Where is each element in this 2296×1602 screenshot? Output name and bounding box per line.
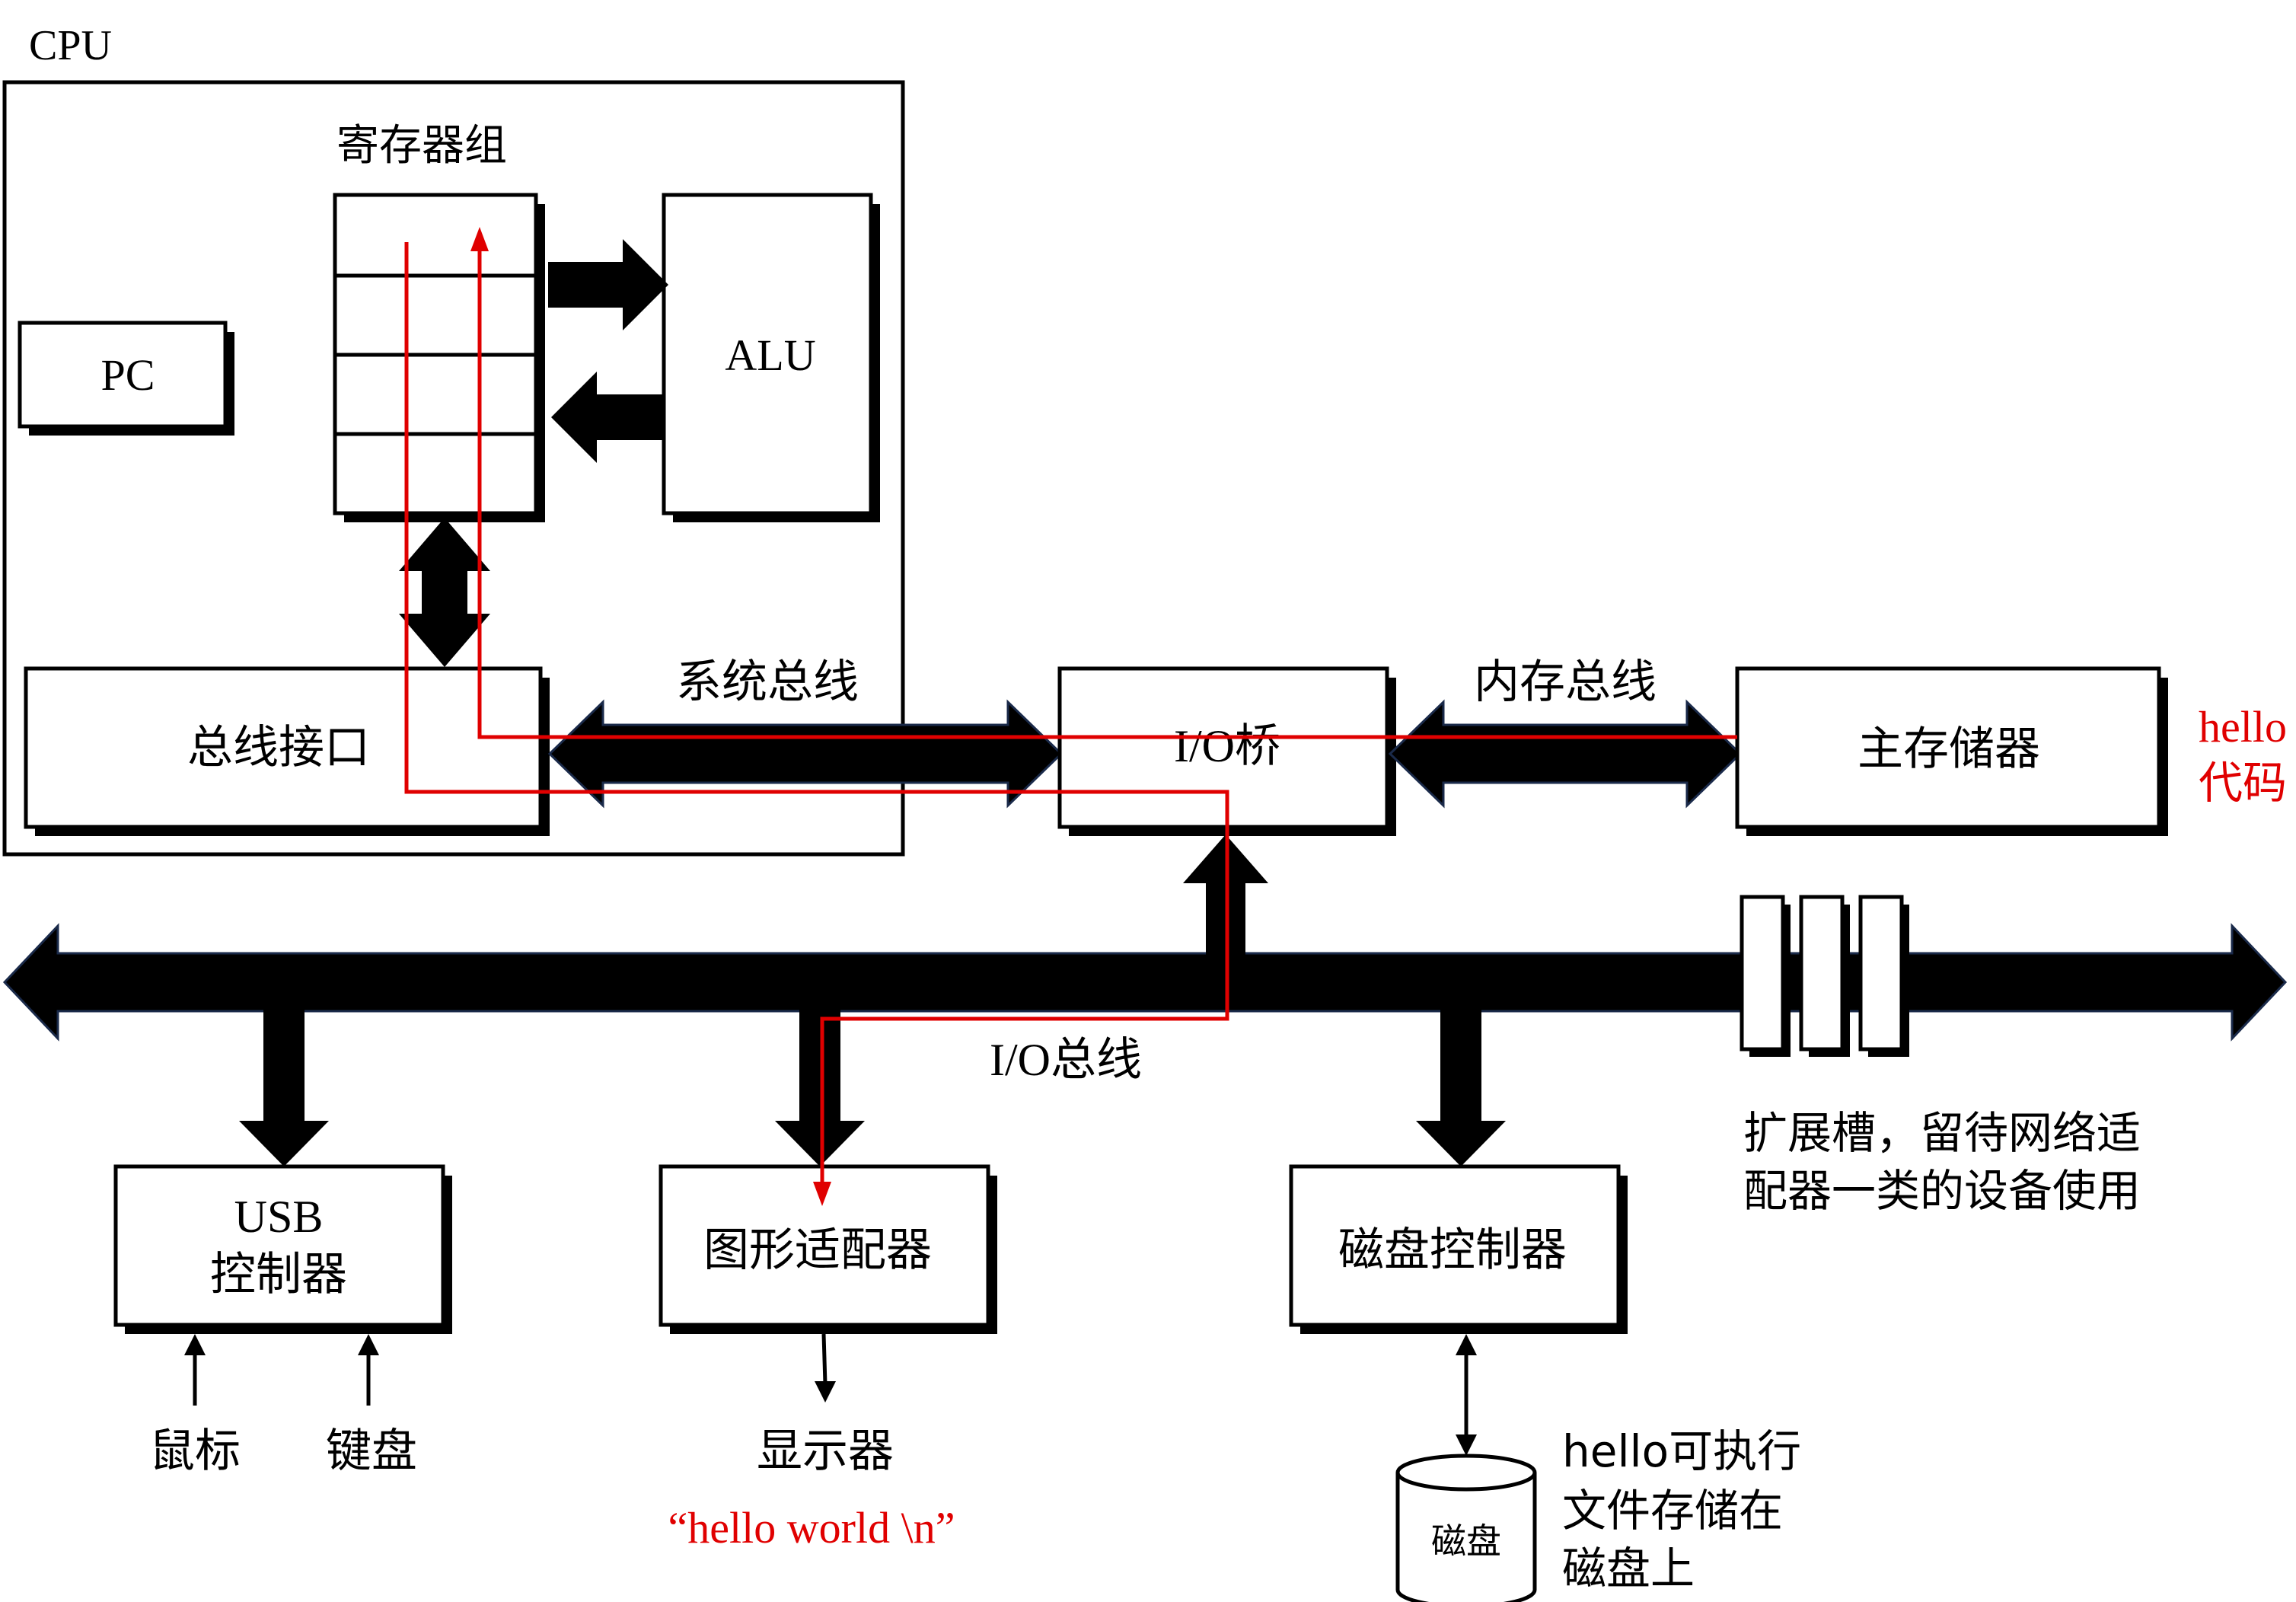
system-bus-label: 系统总线: [676, 656, 859, 709]
io-bus-label: I/O总线: [990, 1035, 1142, 1085]
disk-note-line1: hello可执行: [1562, 1425, 1801, 1477]
computer-hardware-diagram: CPU 寄存器组 PC ALU 总线接口 系统总线 I/O桥 内存总线 主存储器…: [2, 22, 2288, 1602]
keyboard-label: 键盘: [326, 1425, 417, 1478]
pc-label: PC: [101, 350, 155, 400]
display-label: 显示器: [757, 1425, 894, 1478]
io-bus-arrow: [2, 923, 2288, 1042]
hello-world-output: “hello world \n”: [668, 1503, 955, 1553]
alu-to-register-arrow: [551, 372, 664, 463]
io-bridge-label: I/O桥: [1174, 721, 1280, 771]
keyboard-input-arrow: [358, 1334, 379, 1406]
register-to-alu-arrow: [548, 239, 668, 330]
alu-label: ALU: [725, 330, 815, 380]
usb-bus-arrow: [239, 1008, 329, 1166]
register-file: [333, 193, 545, 522]
usb-controller-label-line1: USB: [234, 1192, 324, 1242]
hello-code-label-line1: hello: [2199, 702, 2287, 752]
expansion-slots-note-line2: 配器一类的设备使用: [1743, 1165, 2141, 1217]
memory-bus-arrow: [1388, 699, 1743, 809]
graphics-bus-arrow: [775, 1008, 865, 1166]
disk-controller-label: 磁盘控制器: [1338, 1224, 1567, 1277]
bus-interface-label: 总线接口: [187, 721, 370, 774]
expansion-slots: [1740, 895, 1909, 1057]
expansion-slots-note-line1: 扩展槽，留待网络适: [1743, 1107, 2141, 1159]
hello-code-label-line2: 代码: [2199, 757, 2287, 809]
disk-controller-disk-arrow: [1456, 1334, 1477, 1456]
register-bus-interface-arrow: [399, 518, 490, 667]
display-output-arrow: [815, 1333, 836, 1403]
usb-controller-label-line2: 控制器: [210, 1248, 347, 1301]
disk-note-line3: 磁盘上: [1562, 1543, 1695, 1594]
mouse-label: 鼠标: [149, 1425, 241, 1478]
disk-controller-bus-arrow: [1416, 1008, 1506, 1166]
memory-bus-label: 内存总线: [1474, 656, 1657, 709]
graphics-adapter-label: 图形适配器: [703, 1224, 932, 1277]
mouse-input-arrow: [184, 1334, 206, 1406]
register-file-label: 寄存器组: [336, 121, 507, 171]
cpu-label: CPU: [29, 22, 112, 69]
disk-label: 磁盘: [1431, 1521, 1501, 1562]
disk-note-line2: 文件存储在: [1562, 1485, 1783, 1537]
main-memory-label: 主存储器: [1858, 723, 2040, 776]
